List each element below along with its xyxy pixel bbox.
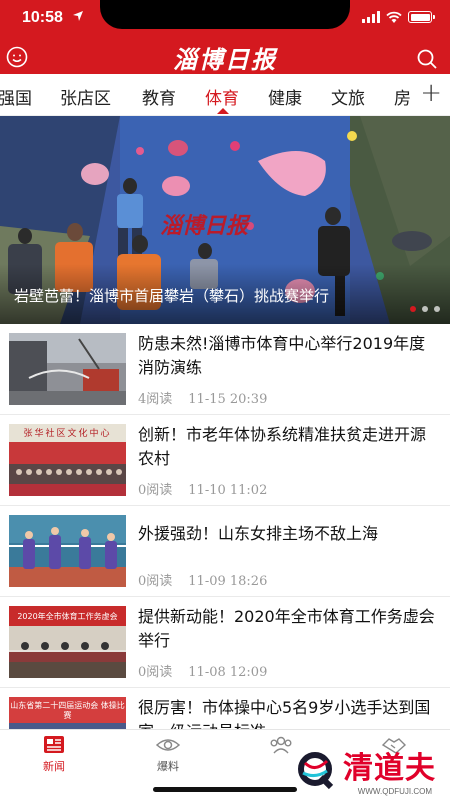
image-watermark: 淄博日报 — [160, 213, 249, 239]
status-indicators — [362, 11, 435, 23]
carousel-dot[interactable] — [434, 306, 440, 312]
news-title: 创新！市老年体协系统精准扶贫走进开源农村 — [138, 425, 427, 468]
tab-health[interactable]: 健康 — [268, 84, 302, 109]
nav-report-label: 爆料 — [157, 760, 179, 773]
signal-icon — [362, 11, 380, 23]
carousel-dot[interactable] — [422, 306, 428, 312]
news-item[interactable]: 防患未然!淄博市体育中心举行2019年度消防演练 4阅读 11-15 20:39 — [0, 324, 450, 415]
news-thumbnail: 2020年全市体育工作务虚会 — [9, 606, 126, 678]
news-item[interactable]: 张华社区文化中心 创新！市老年体协系统精准扶贫走进开源农村 0阅读 11-10 1… — [0, 415, 450, 506]
search-icon[interactable] — [416, 48, 438, 70]
device-notch — [100, 0, 350, 29]
watermark-logo-icon — [298, 752, 334, 790]
nav-news-label: 新闻 — [43, 760, 65, 773]
status-time: 10:58 — [22, 9, 63, 26]
tab-qiangguo[interactable]: 强国 — [0, 84, 32, 109]
hero-banner[interactable]: 淄博日报 岩壁芭蕾！淄博市首届攀岩（攀石）挑战赛举行 — [0, 116, 450, 324]
publish-time: 11-09 18:26 — [188, 574, 268, 589]
hero-caption: 岩壁芭蕾！淄博市首届攀岩（攀石）挑战赛举行 — [14, 287, 330, 305]
news-title: 提供新动能！2020年全市体育工作务虚会举行 — [138, 607, 435, 650]
app-header: 10:58 淄博日报 — [0, 0, 450, 74]
tab-culture-tourism[interactable]: 文旅 — [331, 84, 365, 109]
news-thumbnail: 张华社区文化中心 — [9, 424, 126, 496]
bottom-navigation: 新闻 爆料 清道夫 WWW.QDFUJI.COM — [0, 729, 450, 800]
watermark-text: 清道夫 — [343, 751, 436, 786]
brand-watermark: 清道夫 WWW.QDFUJI.COM — [293, 744, 436, 796]
nav-report[interactable]: 爆料 — [138, 734, 198, 774]
news-thumbnail — [9, 515, 126, 587]
news-item[interactable]: 2020年全市体育工作务虚会 提供新动能！2020年全市体育工作务虚会举行 0阅… — [0, 597, 450, 688]
read-count: 4阅读 — [138, 392, 173, 407]
thumbnail-banner-text: 2020年全市体育工作务虚会 — [17, 612, 118, 621]
eye-icon — [156, 739, 180, 751]
plus-icon: + — [420, 78, 442, 108]
tab-real-estate[interactable]: 房 — [394, 84, 411, 109]
nav-news[interactable]: 新闻 — [24, 734, 84, 774]
category-tabs: 强国 张店区 教育 体育 健康 文旅 房 + — [0, 74, 450, 116]
tab-sports[interactable]: 体育 — [205, 84, 239, 109]
tab-zhangdian[interactable]: 张店区 — [60, 84, 111, 109]
people-icon — [270, 736, 292, 754]
news-meta: 0阅读 11-08 12:09 — [138, 661, 267, 680]
publish-time: 11-08 12:09 — [188, 665, 268, 680]
wifi-icon — [386, 11, 402, 23]
news-item[interactable]: 外援强劲！山东女排主场不敌上海 0阅读 11-09 18:26 — [0, 506, 450, 597]
tab-education[interactable]: 教育 — [142, 84, 176, 109]
read-count: 0阅读 — [138, 483, 173, 498]
active-tab-indicator — [217, 108, 229, 114]
thumbnail-banner-text: 山东省第二十四届运动会 体操比赛 — [10, 701, 125, 720]
carousel-dots — [410, 306, 440, 312]
carousel-dot[interactable] — [410, 306, 416, 312]
newspaper-icon — [44, 736, 64, 753]
news-meta: 0阅读 11-09 18:26 — [138, 570, 267, 589]
watermark-url: WWW.QDFUJI.COM — [357, 787, 432, 796]
add-channel-button[interactable]: + — [414, 74, 450, 115]
app-logo: 淄博日报 — [173, 45, 277, 74]
news-meta: 0阅读 11-10 11:02 — [138, 479, 267, 498]
news-title: 外援强劲！山东女排主场不敌上海 — [138, 524, 379, 543]
news-title: 防患未然!淄博市体育中心举行2019年度消防演练 — [138, 334, 426, 377]
home-indicator[interactable] — [153, 787, 297, 792]
thumbnail-banner-text: 张华社区文化中心 — [23, 429, 112, 439]
news-thumbnail — [9, 333, 126, 405]
read-count: 0阅读 — [138, 574, 173, 589]
publish-time: 11-10 11:02 — [188, 483, 268, 498]
news-meta: 4阅读 11-15 20:39 — [138, 388, 267, 407]
location-arrow-icon — [73, 11, 83, 21]
read-count: 0阅读 — [138, 665, 173, 680]
battery-icon — [408, 11, 435, 23]
publish-time: 11-15 20:39 — [188, 392, 268, 407]
